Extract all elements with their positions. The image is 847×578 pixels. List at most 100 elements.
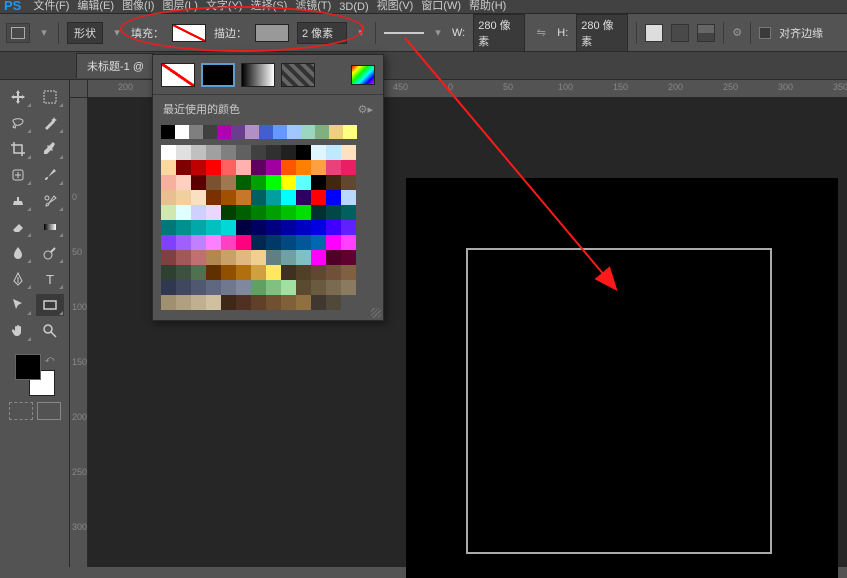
color-swatch[interactable] [191, 175, 206, 190]
color-swatch[interactable] [176, 220, 191, 235]
color-swatch[interactable] [266, 280, 281, 295]
rectangle-tool[interactable] [36, 294, 64, 316]
menu-filter[interactable]: 滤镜(T) [295, 0, 331, 13]
color-swatch[interactable] [311, 265, 326, 280]
color-swatch[interactable] [236, 205, 251, 220]
color-swatch[interactable] [236, 160, 251, 175]
no-color-button[interactable] [161, 63, 195, 87]
color-swatch[interactable] [206, 220, 221, 235]
blur-tool[interactable] [4, 242, 32, 264]
color-swatch[interactable] [311, 220, 326, 235]
color-swatch[interactable] [341, 145, 356, 160]
color-picker-button[interactable] [351, 65, 375, 85]
color-swatch[interactable] [266, 205, 281, 220]
solid-color-button[interactable] [201, 63, 235, 87]
color-swatch[interactable] [296, 190, 311, 205]
width-input[interactable]: 280 像素 [473, 14, 525, 52]
color-swatch[interactable] [191, 190, 206, 205]
color-swatch[interactable] [266, 175, 281, 190]
color-swatch[interactable] [326, 280, 341, 295]
color-swatch[interactable] [221, 145, 236, 160]
stroke-swatch[interactable] [255, 24, 289, 42]
color-swatch[interactable] [281, 295, 296, 310]
color-swatch[interactable] [221, 295, 236, 310]
color-swatch[interactable] [341, 220, 356, 235]
color-swatch[interactable] [296, 250, 311, 265]
color-swatch[interactable] [206, 205, 221, 220]
color-swatch[interactable] [236, 220, 251, 235]
color-swatch[interactable] [191, 280, 206, 295]
color-swatch[interactable] [236, 250, 251, 265]
color-swatch[interactable] [266, 145, 281, 160]
stroke-style-preview[interactable] [384, 32, 424, 34]
document-tab[interactable]: 未标题-1 @ [76, 53, 155, 78]
color-swatch[interactable] [206, 250, 221, 265]
color-swatch[interactable] [161, 205, 176, 220]
color-swatch[interactable] [341, 250, 356, 265]
gradient-button[interactable] [241, 63, 275, 87]
color-swatch[interactable] [191, 265, 206, 280]
recent-color-swatch[interactable] [161, 125, 175, 139]
panel-resize-handle[interactable] [371, 308, 381, 318]
color-swatch[interactable] [326, 160, 341, 175]
color-swatch[interactable] [206, 235, 221, 250]
recent-color-swatch[interactable] [217, 125, 231, 139]
recent-color-swatch[interactable] [273, 125, 287, 139]
color-swatch[interactable] [161, 235, 176, 250]
color-swatch[interactable] [251, 190, 266, 205]
color-swatch[interactable] [176, 280, 191, 295]
brush-tool[interactable] [36, 164, 64, 186]
menu-image[interactable]: 图像(I) [122, 0, 154, 13]
color-swatch[interactable] [176, 190, 191, 205]
color-swatch[interactable] [176, 235, 191, 250]
color-swatch[interactable] [281, 190, 296, 205]
color-swatch[interactable] [296, 265, 311, 280]
hand-tool[interactable] [4, 320, 32, 342]
color-swatch[interactable] [221, 190, 236, 205]
quick-mask-button[interactable] [9, 402, 33, 420]
tool-preset-dropdown-icon[interactable]: ▾ [38, 27, 50, 39]
color-swatch[interactable] [296, 295, 311, 310]
color-swatch[interactable] [341, 175, 356, 190]
recent-color-swatch[interactable] [189, 125, 203, 139]
magic-wand-tool[interactable] [36, 112, 64, 134]
color-swatch[interactable] [281, 265, 296, 280]
color-swatch[interactable] [176, 145, 191, 160]
color-swatch[interactable] [206, 280, 221, 295]
color-swatch[interactable] [251, 145, 266, 160]
panel-options-gear-icon[interactable]: ⚙▸ [358, 103, 373, 116]
color-swatch[interactable] [311, 280, 326, 295]
menu-3d[interactable]: 3D(D) [339, 1, 368, 13]
color-swatch[interactable] [311, 175, 326, 190]
color-swatch[interactable] [236, 145, 251, 160]
color-swatch[interactable] [176, 160, 191, 175]
shape-mode-select[interactable]: 形状 [67, 22, 103, 44]
color-swatch[interactable] [161, 265, 176, 280]
color-swatch[interactable] [251, 250, 266, 265]
stroke-width-input[interactable]: 2 像素 [297, 22, 347, 44]
color-swatch[interactable] [326, 265, 341, 280]
color-swatch[interactable] [251, 205, 266, 220]
color-swatch[interactable] [281, 220, 296, 235]
swap-colors-icon[interactable]: ⤺ [45, 354, 55, 365]
color-swatch[interactable] [251, 175, 266, 190]
path-op-button-3[interactable] [697, 24, 715, 42]
color-swatch[interactable] [281, 145, 296, 160]
recent-color-swatch[interactable] [259, 125, 273, 139]
color-swatch[interactable] [296, 235, 311, 250]
color-swatch[interactable] [296, 280, 311, 295]
gradient-tool[interactable] [36, 216, 64, 238]
align-edges-checkbox[interactable] [759, 27, 771, 39]
crop-tool[interactable] [4, 138, 32, 160]
recent-color-swatch[interactable] [315, 125, 329, 139]
color-swatch[interactable] [326, 295, 341, 310]
fill-swatch[interactable] [172, 24, 206, 42]
color-swatch[interactable] [176, 205, 191, 220]
link-dimensions-icon[interactable]: ⇋ [533, 25, 549, 41]
color-swatch[interactable] [296, 220, 311, 235]
color-swatch[interactable] [326, 190, 341, 205]
color-swatch[interactable] [281, 250, 296, 265]
color-swatch[interactable] [206, 175, 221, 190]
path-selection-tool[interactable] [4, 294, 32, 316]
color-swatch[interactable] [311, 190, 326, 205]
